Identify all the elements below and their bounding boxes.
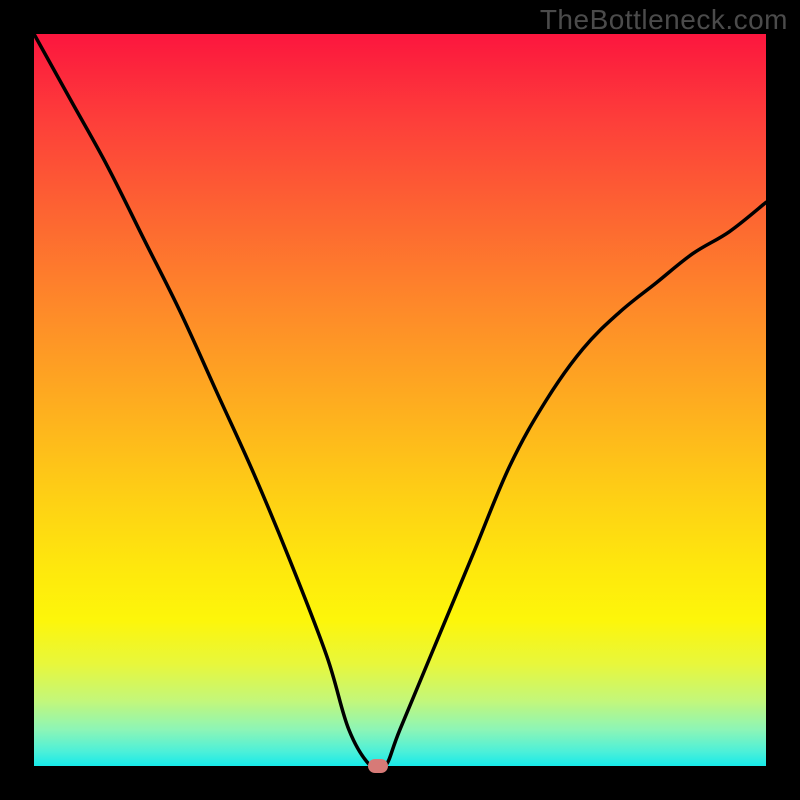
minimum-marker: [368, 759, 388, 773]
watermark-text: TheBottleneck.com: [540, 4, 788, 36]
chart-frame: TheBottleneck.com: [0, 0, 800, 800]
plot-area: [34, 34, 766, 766]
bottleneck-curve: [34, 34, 766, 766]
